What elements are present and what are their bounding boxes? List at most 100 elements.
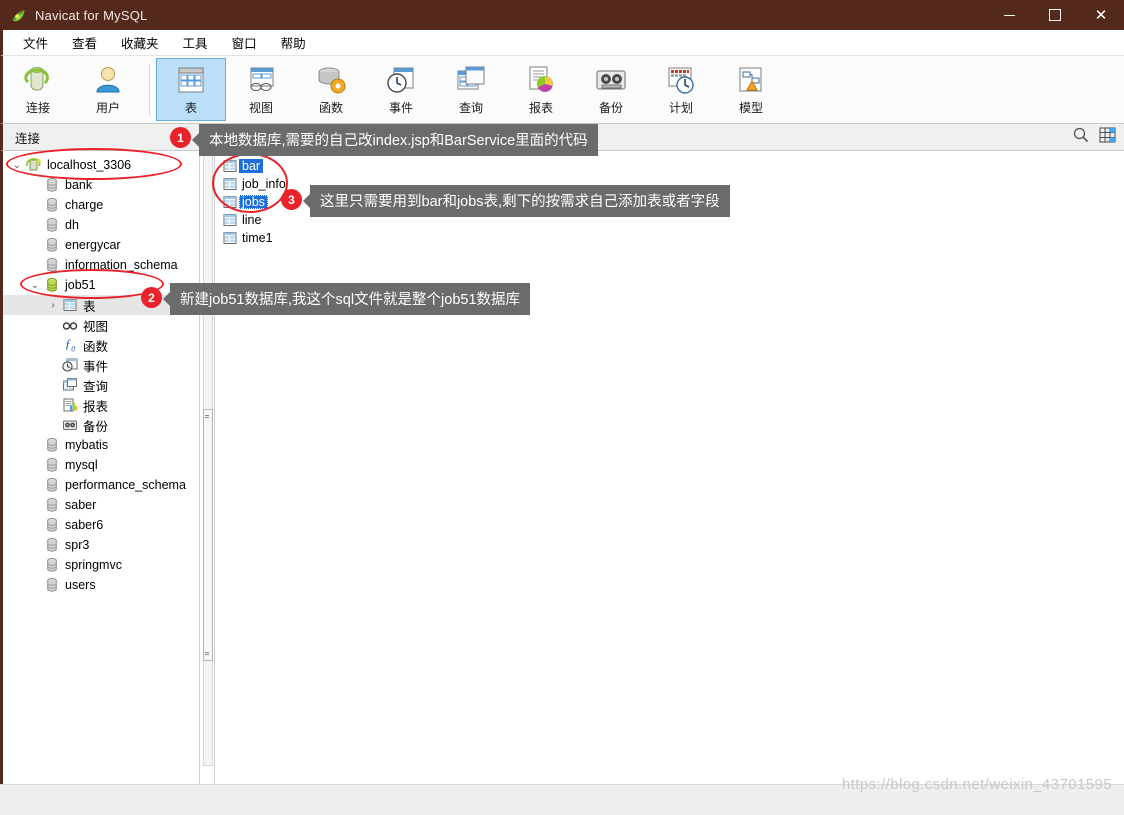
database-icon xyxy=(43,477,61,493)
tree-item-label: information_schema xyxy=(65,258,178,272)
tree-item-label: job51 xyxy=(65,278,96,292)
menu-view[interactable]: 查看 xyxy=(60,30,109,55)
database-icon xyxy=(43,517,61,533)
tree-item-performance_schema[interactable]: performance_schema xyxy=(3,475,199,495)
view-glasses-icon xyxy=(61,317,79,333)
table-list-pane[interactable]: bar job_infojobs line time1 xyxy=(215,151,1124,784)
tree-item-saber6[interactable]: saber6 xyxy=(3,515,199,535)
database-icon xyxy=(43,437,61,453)
tree-item-查询[interactable]: 查询 xyxy=(3,375,199,395)
menu-help[interactable]: 帮助 xyxy=(269,30,318,55)
menu-window[interactable]: 窗口 xyxy=(220,30,269,55)
tree-item-报表[interactable]: 报表 xyxy=(3,395,199,415)
object-tree[interactable]: ⌄ localhost_3306 bank charge dh energycar… xyxy=(3,151,199,784)
table-list-item-time1[interactable]: time1 xyxy=(221,229,280,247)
minimize-button[interactable] xyxy=(986,0,1032,30)
tree-item-label: localhost_3306 xyxy=(47,158,132,172)
database-icon xyxy=(43,237,61,253)
tree-item-energycar[interactable]: energycar xyxy=(3,235,199,255)
tree-item-saber[interactable]: saber xyxy=(3,495,199,515)
tree-item-mybatis[interactable]: mybatis xyxy=(3,435,199,455)
tree-item-label: saber6 xyxy=(65,518,104,532)
toolbar-model[interactable]: 模型 xyxy=(716,58,786,121)
toolbar-event[interactable]: 事件 xyxy=(366,58,436,121)
toolbar-function-label: 函数 xyxy=(318,101,343,115)
window-title: Navicat for MySQL xyxy=(35,7,148,23)
toolbar-user[interactable]: 用户 xyxy=(73,58,143,121)
close-button[interactable]: ✕ xyxy=(1078,0,1124,30)
toolbar-separator xyxy=(149,64,150,115)
menu-tools[interactable]: 工具 xyxy=(171,30,220,55)
chevron-down-icon[interactable]: ⌄ xyxy=(9,160,25,171)
table-list-item-jobs[interactable]: jobs xyxy=(221,193,272,211)
chevron-right-icon[interactable]: › xyxy=(45,300,61,311)
toolbar-backup[interactable]: 备份 xyxy=(576,58,646,121)
tree-item-spr3[interactable]: spr3 xyxy=(3,535,199,555)
menu-file[interactable]: 文件 xyxy=(11,30,60,55)
toolbar-report[interactable]: 报表 xyxy=(506,58,576,121)
tree-item-charge[interactable]: charge xyxy=(3,195,199,215)
tree-item-localhost_3306[interactable]: ⌄ localhost_3306 xyxy=(3,155,199,175)
tree-item-label: 事件 xyxy=(83,359,109,374)
toolbar-schedule[interactable]: 计划 xyxy=(646,58,716,121)
toolbar-connection[interactable]: 连接 xyxy=(3,58,73,121)
fn-icon: ƒ0 xyxy=(64,336,76,354)
table-list-item-label: time1 xyxy=(242,231,273,245)
tree-item-label: 报表 xyxy=(83,399,109,414)
tree-item-表[interactable]: › 表 xyxy=(3,295,199,315)
event-icon xyxy=(381,63,421,96)
backup-icon xyxy=(591,63,631,96)
database-icon xyxy=(43,537,61,553)
table-list-item-label: job_info xyxy=(242,177,286,191)
chevron-down-icon[interactable]: ⌄ xyxy=(27,280,43,291)
menu-favorites[interactable]: 收藏夹 xyxy=(109,30,171,55)
table-list-item-line[interactable]: line xyxy=(221,211,268,229)
tree-item-label: spr3 xyxy=(65,538,90,552)
maximize-button[interactable] xyxy=(1032,0,1078,30)
toolbar-user-label: 用户 xyxy=(95,101,120,115)
tree-item-users[interactable]: users xyxy=(3,575,199,595)
table-list: bar job_infojobs line time1 xyxy=(221,157,1124,247)
tree-item-备份[interactable]: 备份 xyxy=(3,415,199,435)
tree-item-事件[interactable]: 事件 xyxy=(3,355,199,375)
toolbar-table[interactable]: 表 xyxy=(156,58,226,121)
toolbar-view[interactable]: 视图 xyxy=(226,58,296,121)
table-list-item-job_info[interactable]: job_info xyxy=(221,175,293,193)
table-icon xyxy=(221,212,239,228)
status-bar xyxy=(0,784,1124,815)
tree-item-label: mybatis xyxy=(65,438,109,452)
tree-item-函数[interactable]: ƒ0 函数 xyxy=(3,335,199,355)
tree-item-springmvc[interactable]: springmvc xyxy=(3,555,199,575)
table-list-item-bar[interactable]: bar xyxy=(221,157,267,175)
tree-item-视图[interactable]: 视图 xyxy=(3,315,199,335)
splitter-thumb[interactable] xyxy=(203,409,213,661)
tree-item-information_schema[interactable]: information_schema xyxy=(3,255,199,275)
navicat-leaf-icon xyxy=(10,7,27,24)
tree-item-label: saber xyxy=(65,498,97,512)
search-icon[interactable] xyxy=(1073,127,1089,148)
database-icon xyxy=(43,557,61,573)
tree-item-bank[interactable]: bank xyxy=(3,175,199,195)
function-icon xyxy=(311,63,351,96)
toolbar-table-label: 表 xyxy=(184,101,197,115)
tree-item-dh[interactable]: dh xyxy=(3,215,199,235)
tree-item-label: bank xyxy=(65,178,93,192)
table-icon xyxy=(221,230,239,246)
pane-splitter[interactable] xyxy=(199,151,215,784)
toolbar-query[interactable]: 查询 xyxy=(436,58,506,121)
grid-view-icon[interactable] xyxy=(1099,127,1116,148)
database-icon xyxy=(43,457,61,473)
view-icon xyxy=(241,63,281,96)
tree-item-mysql[interactable]: mysql xyxy=(3,455,199,475)
toolbar-function[interactable]: 函数 xyxy=(296,58,366,121)
tree-item-job51[interactable]: ⌄ job51 xyxy=(3,275,199,295)
tree-item-label: springmvc xyxy=(65,558,122,572)
